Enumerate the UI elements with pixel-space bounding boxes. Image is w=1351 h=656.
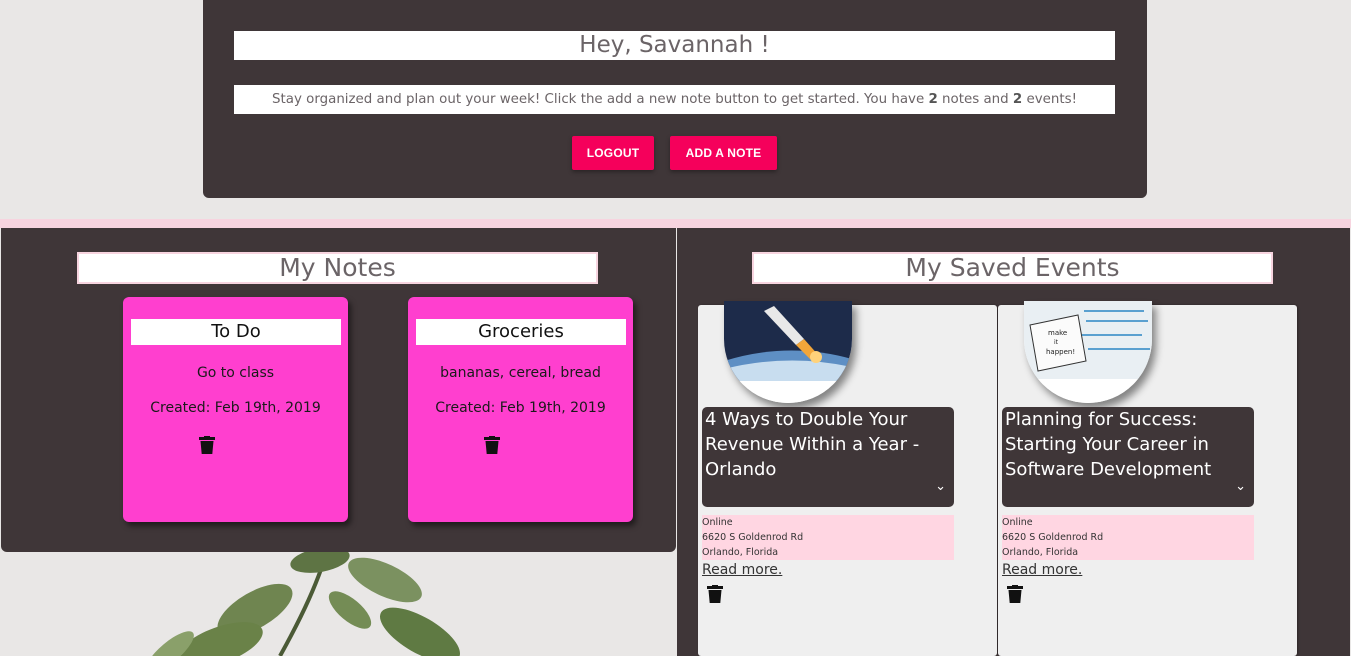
- svg-text:happen!: happen!: [1046, 348, 1075, 356]
- trash-icon[interactable]: [707, 585, 723, 603]
- welcome-header: Hey, Savannah ! Stay organized and plan …: [203, 0, 1147, 198]
- event-location-line: Online: [1002, 517, 1033, 528]
- notebook-make-it-happen-image: make it happen!: [1024, 301, 1152, 403]
- svg-text:it: it: [1054, 339, 1059, 346]
- note-title: Groceries: [416, 319, 626, 345]
- event-card: make it happen! Planning for Success: St…: [998, 301, 1297, 656]
- note-title: To Do: [131, 319, 341, 345]
- read-more-link[interactable]: Read more.: [702, 562, 782, 578]
- chevron-down-icon[interactable]: ⌄: [935, 474, 946, 499]
- trash-icon[interactable]: [1007, 585, 1023, 603]
- event-location-line: Online: [702, 517, 733, 528]
- notes-count: 2: [928, 92, 938, 107]
- plant-background-image: [146, 540, 460, 656]
- greeting-title: Hey, Savannah !: [234, 31, 1115, 60]
- event-location-line: 6620 S Goldenrod Rd: [702, 532, 804, 543]
- event-location-line: Orlando, Florida: [1002, 547, 1079, 558]
- note-created-date: Created: Feb 19th, 2019: [150, 400, 321, 416]
- logout-button[interactable]: LOGOUT: [572, 136, 654, 170]
- events-count: 2: [1012, 92, 1023, 107]
- event-location: Online 6620 S Goldenrod Rd Orlando, Flor…: [702, 515, 954, 560]
- intro-text-part: events!: [1022, 92, 1077, 107]
- svg-text:make: make: [1048, 329, 1067, 337]
- note-body: Go to class: [196, 365, 275, 381]
- events-section-title: My Saved Events: [752, 252, 1273, 284]
- rocket-launch-image: [724, 301, 852, 403]
- event-title[interactable]: Planning for Success: Starting Your Care…: [1002, 407, 1254, 507]
- event-title[interactable]: 4 Ways to Double Your Revenue Within a Y…: [702, 407, 954, 507]
- intro-text-part: Stay organized and plan out your week! C…: [272, 92, 929, 107]
- event-location: Online 6620 S Goldenrod Rd Orlando, Flor…: [1002, 515, 1254, 560]
- trash-icon[interactable]: [484, 436, 500, 454]
- add-note-button[interactable]: ADD A NOTE: [670, 136, 777, 170]
- notes-section-title: My Notes: [77, 252, 598, 284]
- trash-icon[interactable]: [199, 436, 215, 454]
- event-title-text: Planning for Success: Starting Your Care…: [1005, 409, 1212, 480]
- intro-text: Stay organized and plan out your week! C…: [234, 85, 1115, 114]
- event-location-line: 6620 S Goldenrod Rd: [1002, 532, 1104, 543]
- intro-text-part: notes and: [937, 92, 1013, 107]
- section-divider: [0, 219, 1351, 228]
- read-more-link[interactable]: Read more.: [1002, 562, 1082, 578]
- note-created-date: Created: Feb 19th, 2019: [435, 400, 606, 416]
- note-card: To Do Go to class Created: Feb 19th, 201…: [123, 297, 348, 522]
- event-location-line: Orlando, Florida: [702, 547, 779, 558]
- event-title-text: 4 Ways to Double Your Revenue Within a Y…: [705, 409, 920, 480]
- note-body: bananas, cereal, bread: [440, 365, 601, 381]
- notes-panel: My Notes To Do Go to class Created: Feb …: [1, 228, 676, 552]
- events-panel: My Saved Events 4 Ways to Double Your Re…: [677, 228, 1350, 656]
- chevron-down-icon[interactable]: ⌄: [1235, 474, 1246, 499]
- event-card: 4 Ways to Double Your Revenue Within a Y…: [698, 301, 997, 656]
- note-card: Groceries bananas, cereal, bread Created…: [408, 297, 633, 522]
